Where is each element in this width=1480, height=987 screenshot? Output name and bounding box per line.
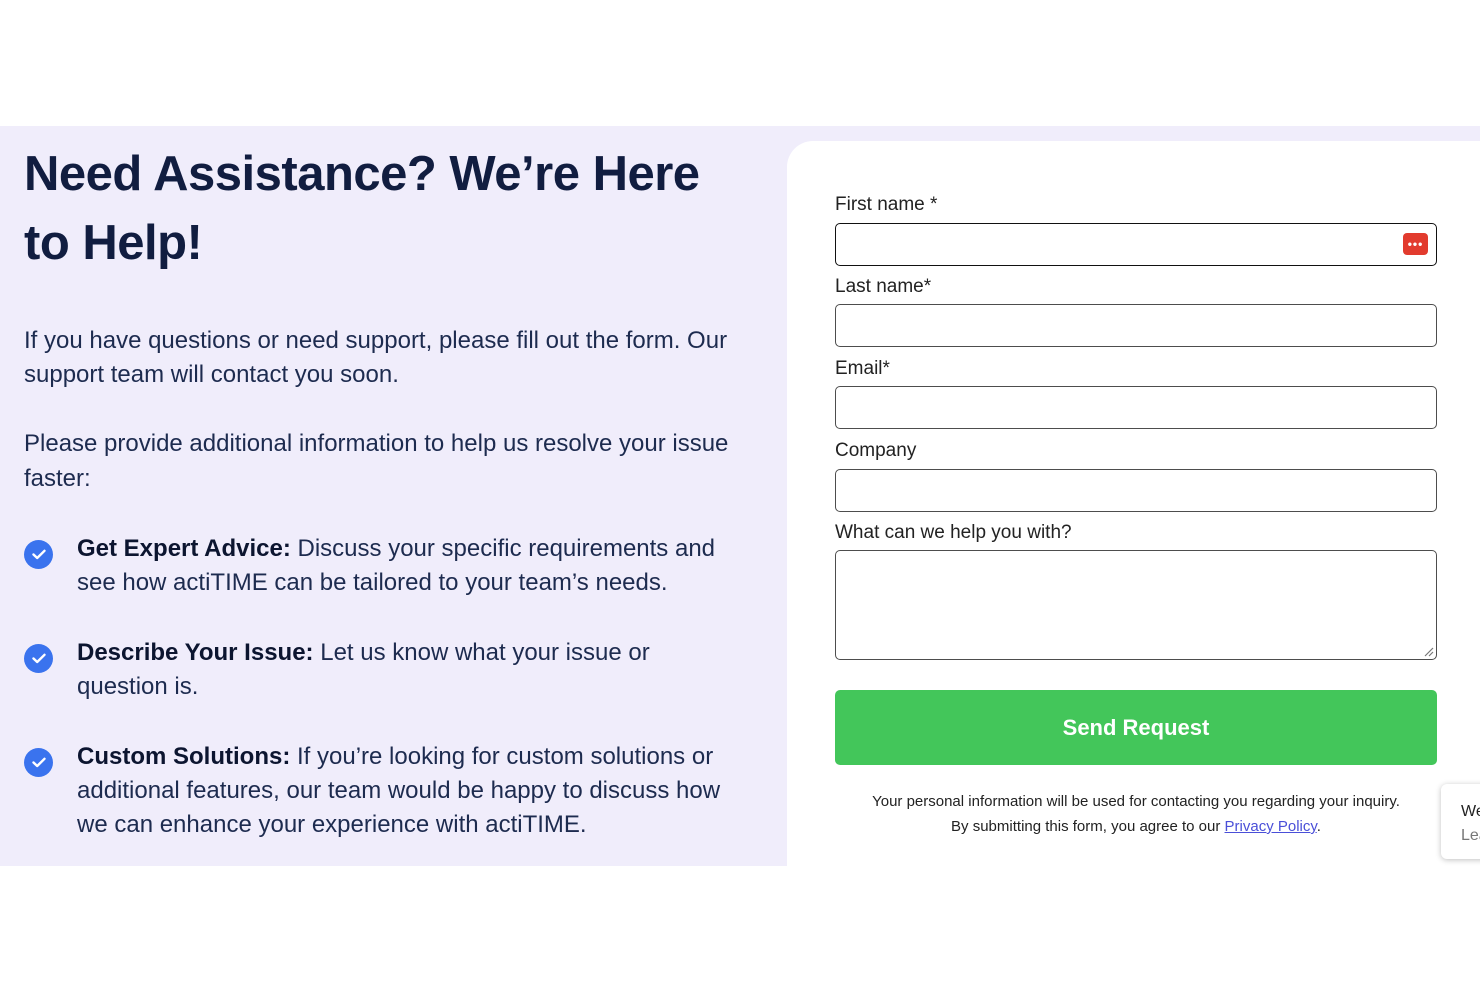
check-icon: [24, 540, 53, 569]
resize-grip-icon[interactable]: [1422, 645, 1434, 657]
send-request-button[interactable]: Send Request: [835, 690, 1437, 765]
notice-line-2-end: .: [1316, 818, 1321, 835]
email-label: Email*: [835, 358, 890, 379]
privacy-policy-link[interactable]: Privacy Policy: [1225, 818, 1317, 835]
cookie-popup[interactable]: We Lea: [1441, 784, 1480, 859]
notice-line-1: Your personal information will be used f…: [872, 793, 1400, 810]
company-label: Company: [835, 440, 917, 461]
privacy-notice: Your personal information will be used f…: [835, 789, 1437, 839]
point-title: Describe Your Issue:: [77, 639, 314, 666]
point-title: Get Expert Advice:: [77, 535, 291, 562]
intro-text-secondary: Please provide additional information to…: [24, 430, 729, 492]
page-title: Need Assistance? We’re Here to Help!: [24, 147, 700, 270]
company-field[interactable]: [835, 469, 1437, 512]
first-name-field[interactable]: •••: [835, 223, 1437, 266]
point-title: Custom Solutions:: [77, 743, 291, 770]
list-item: Custom Solutions: If you’re looking for …: [24, 740, 744, 842]
support-intro: Need Assistance? We’re Here to Help! If …: [24, 140, 744, 878]
list-item: Describe Your Issue: Let us know what yo…: [24, 636, 744, 704]
email-field[interactable]: [835, 386, 1437, 429]
popup-line-1: We: [1461, 803, 1480, 820]
first-name-label: First name *: [835, 194, 938, 215]
list-item: Get Expert Advice: Discuss your specific…: [24, 532, 744, 600]
notice-line-2: By submitting this form, you agree to ou…: [835, 814, 1437, 839]
help-label: What can we help you with?: [835, 522, 1072, 543]
popup-line-2: Lea: [1461, 827, 1480, 844]
help-textarea[interactable]: [835, 550, 1437, 660]
intro-text: If you have questions or need support, p…: [24, 327, 728, 388]
check-icon: [24, 748, 53, 777]
benefit-list: Get Expert Advice: Discuss your specific…: [24, 532, 744, 842]
last-name-field[interactable]: [835, 304, 1437, 347]
last-name-label: Last name*: [835, 276, 932, 297]
password-manager-icon[interactable]: •••: [1403, 233, 1428, 255]
contact-form: First name * ••• Last name* Email* Compa…: [787, 141, 1480, 881]
notice-line-2-text: By submitting this form, you agree to ou…: [951, 818, 1225, 835]
check-icon: [24, 644, 53, 673]
